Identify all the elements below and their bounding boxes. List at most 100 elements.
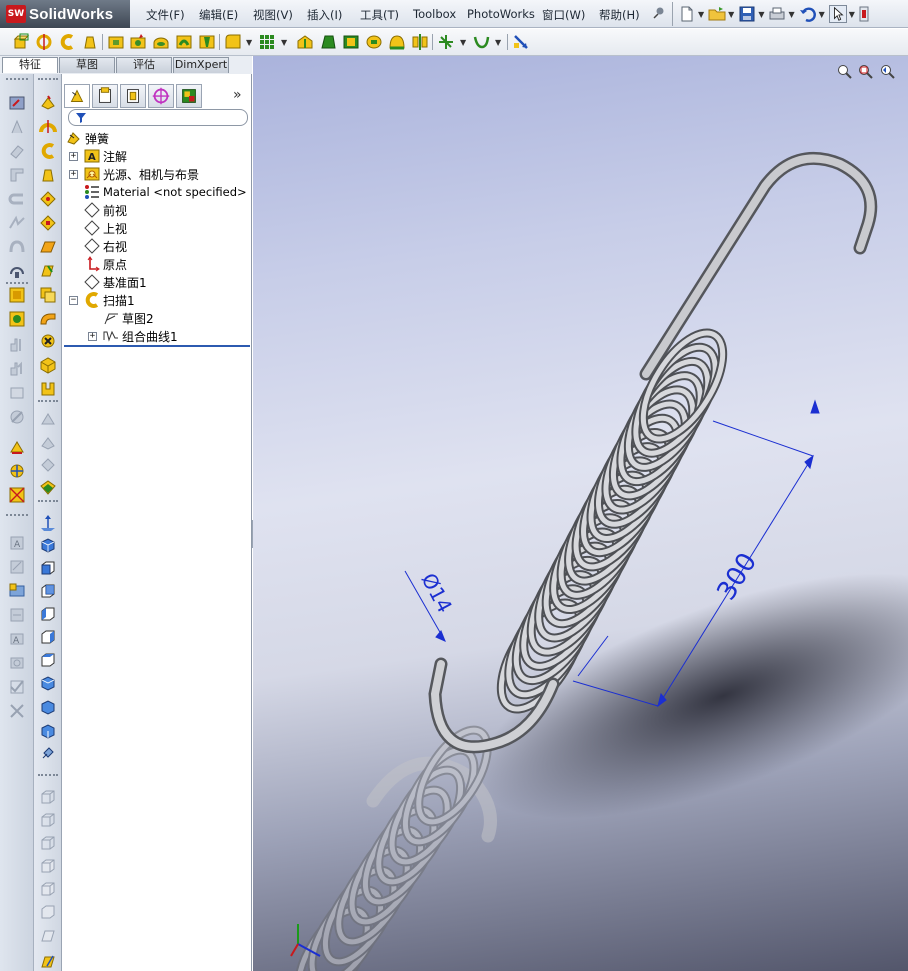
linear-pattern-icon[interactable]: [258, 33, 276, 51]
instant3d-icon[interactable]: [512, 33, 530, 51]
rib-icon[interactable]: [296, 33, 314, 51]
tree-item-material[interactable]: Material <not specified>: [84, 183, 247, 201]
wireframe-icon[interactable]: [39, 788, 57, 806]
right-view-icon[interactable]: [39, 628, 57, 646]
tree-item-front-plane[interactable]: 前视: [84, 201, 127, 219]
loft-icon[interactable]: [81, 33, 99, 51]
menu-file[interactable]: 文件(F): [146, 7, 185, 23]
shell-tool-icon[interactable]: [39, 478, 57, 496]
hidden-lines-removed-icon[interactable]: [39, 834, 57, 852]
trimetric-view-icon[interactable]: [39, 698, 57, 716]
swept-boss-icon[interactable]: [39, 142, 57, 160]
menu-tools[interactable]: 工具(T): [360, 7, 399, 23]
section-view-icon[interactable]: [39, 926, 57, 944]
tab-dimxpert[interactable]: DimXpert: [173, 57, 229, 73]
strip-grip[interactable]: [6, 282, 28, 285]
menu-insert[interactable]: 插入(I): [307, 7, 342, 23]
cut-revolve-icon[interactable]: [152, 33, 170, 51]
strip-grip[interactable]: [38, 774, 58, 777]
sketch-fillet-icon[interactable]: [8, 286, 26, 304]
tree-item-right-plane[interactable]: 右视: [84, 237, 127, 255]
print-icon[interactable]: [768, 5, 786, 23]
curves-dropdown-icon[interactable]: ▼: [495, 38, 501, 47]
pin-icon[interactable]: [652, 6, 666, 20]
trim-icon[interactable]: [8, 336, 26, 354]
delete-body-icon[interactable]: [39, 332, 57, 350]
zoom-to-fit-icon[interactable]: [837, 64, 853, 80]
sweep-icon[interactable]: [58, 33, 76, 51]
strip-grip[interactable]: [6, 514, 28, 517]
tree-item-top-plane[interactable]: 上视: [84, 219, 127, 237]
dimension-edit-icon[interactable]: [39, 952, 57, 970]
configuration-manager-tab-icon[interactable]: [120, 84, 146, 108]
menu-toolbox[interactable]: Toolbox: [413, 7, 456, 21]
front-view-icon[interactable]: [39, 559, 57, 577]
open-folder-icon[interactable]: [708, 5, 726, 23]
extruded-cut-icon[interactable]: [39, 214, 57, 232]
select-pointer-icon[interactable]: [828, 5, 847, 23]
cut-loft-icon[interactable]: [198, 33, 216, 51]
draft-quality-icon[interactable]: [39, 903, 57, 921]
property-manager-tab-icon[interactable]: [92, 84, 118, 108]
undo-icon[interactable]: [799, 5, 817, 23]
back-view-icon[interactable]: [39, 582, 57, 600]
tab-evaluate[interactable]: 评估: [116, 57, 172, 73]
sketch-icon[interactable]: [8, 94, 26, 112]
menu-view[interactable]: 视图(V): [253, 7, 293, 23]
sketch-picture-icon[interactable]: [8, 654, 26, 672]
slot-icon[interactable]: [8, 166, 26, 184]
rectangle-icon[interactable]: [8, 142, 26, 160]
expand-lights-icon[interactable]: +: [69, 170, 78, 179]
cut-sweep-icon[interactable]: [175, 33, 193, 51]
tab-sketch[interactable]: 草图: [59, 57, 115, 73]
hole-wizard-icon[interactable]: [129, 33, 147, 51]
arc-icon[interactable]: [8, 214, 26, 232]
quick-snaps-icon[interactable]: [8, 606, 26, 624]
sketch-tools-icon[interactable]: [8, 702, 26, 720]
isometric-view-icon[interactable]: [39, 536, 57, 554]
spline-icon[interactable]: [8, 238, 26, 256]
top-view-icon[interactable]: [39, 651, 57, 669]
tree-item-lights-cameras[interactable]: 光源、相机与布景: [84, 165, 199, 183]
add-relation-icon[interactable]: A: [8, 534, 26, 552]
strip-grip[interactable]: [38, 78, 58, 81]
expand-annotations-icon[interactable]: +: [69, 152, 78, 161]
zoom-area-icon[interactable]: [858, 64, 874, 80]
strip-grip[interactable]: [38, 400, 58, 403]
tree-item-origin[interactable]: 原点: [84, 255, 127, 273]
reference-geometry-icon[interactable]: [437, 33, 455, 51]
hidden-lines-visible-icon[interactable]: [39, 811, 57, 829]
diameter-dimension-value[interactable]: Ø14: [417, 569, 458, 617]
view-orientation-icon[interactable]: [39, 744, 57, 762]
solidworks-logo[interactable]: SW SolidWorks: [0, 0, 130, 28]
reference-geometry-dropdown-icon[interactable]: ▼: [460, 38, 466, 47]
mirror-icon[interactable]: [411, 33, 429, 51]
save-icon[interactable]: [738, 5, 756, 23]
boundary-boss-icon[interactable]: [39, 190, 57, 208]
tree-root-part[interactable]: 弹簧: [66, 129, 109, 147]
tab-features[interactable]: 特征: [2, 57, 58, 73]
left-view-icon[interactable]: [39, 605, 57, 623]
text-icon[interactable]: A: [8, 630, 26, 648]
dimxpert-manager-tab-icon[interactable]: [148, 84, 174, 108]
rollback-bar[interactable]: [64, 345, 250, 347]
shell-icon[interactable]: [342, 33, 360, 51]
convert-entities-icon[interactable]: [8, 384, 26, 402]
linear-sketch-pattern-icon[interactable]: [8, 486, 26, 504]
split-icon[interactable]: [39, 380, 57, 398]
fillet-tool-icon[interactable]: [39, 410, 57, 428]
intersect-icon[interactable]: [39, 356, 57, 374]
move-entities-icon[interactable]: [8, 462, 26, 480]
select-dropdown-icon[interactable]: ▼: [849, 10, 855, 19]
extend-icon[interactable]: [8, 360, 26, 378]
new-dropdown-icon[interactable]: ▼: [698, 10, 704, 19]
mirror-entities-icon[interactable]: [8, 438, 26, 456]
fillet-icon[interactable]: [224, 33, 242, 51]
boss-extrude-icon[interactable]: [12, 33, 30, 51]
construction-line-icon[interactable]: [8, 408, 26, 426]
shaded-icon[interactable]: [39, 880, 57, 898]
revolve-icon[interactable]: [35, 33, 53, 51]
open-dropdown-icon[interactable]: ▼: [728, 10, 734, 19]
rebuild-icon[interactable]: [859, 5, 869, 23]
collapse-sweep-icon[interactable]: −: [69, 296, 78, 305]
